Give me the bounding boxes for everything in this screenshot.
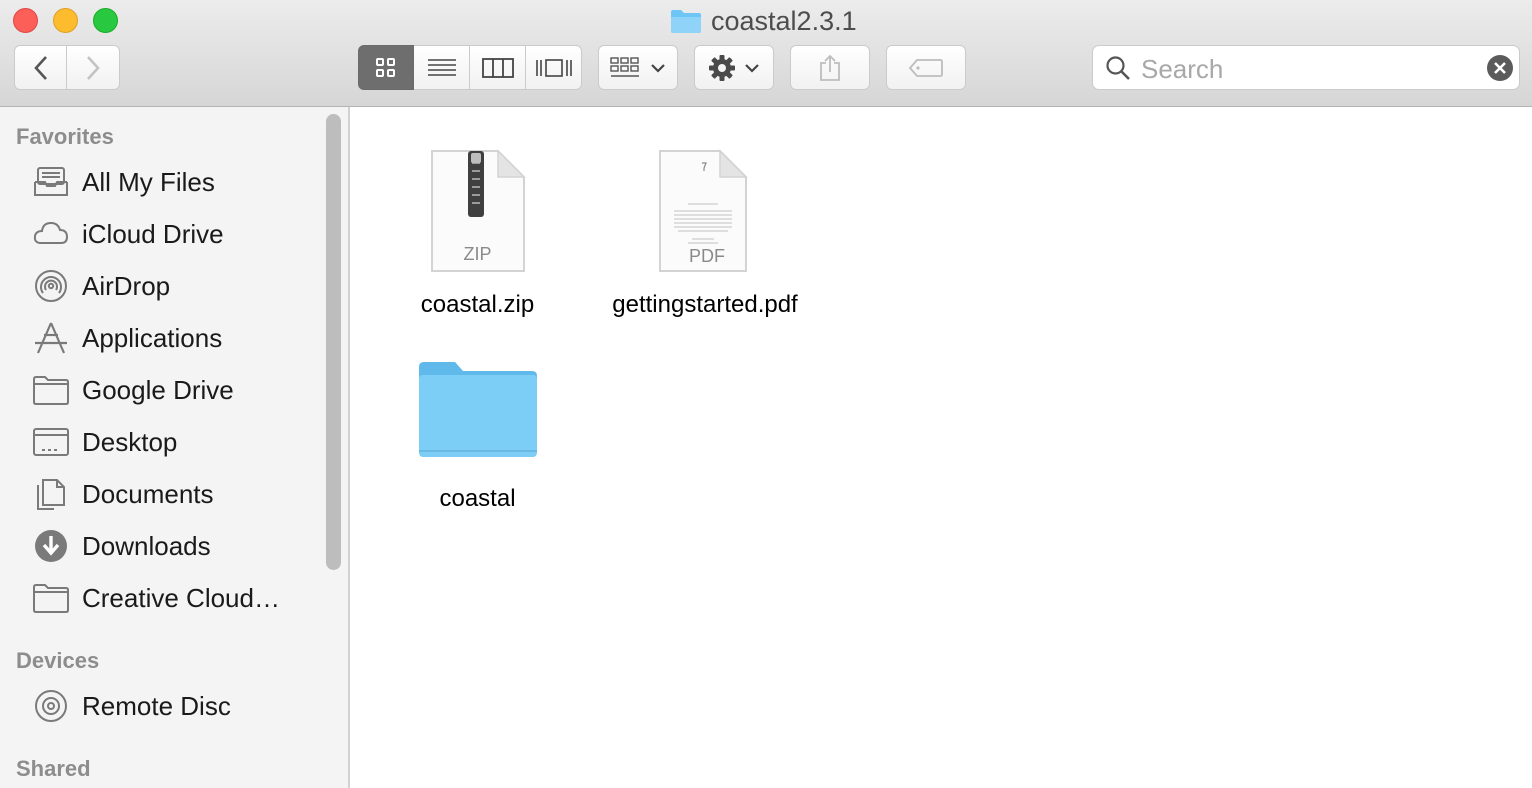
sidebar-item-label: Downloads <box>82 531 211 561</box>
desktop-icon <box>33 428 69 456</box>
file-item-coastal-zip[interactable]: ZIP coastal.zip <box>410 145 545 325</box>
folder-icon <box>33 376 69 405</box>
list-view-icon <box>427 58 456 76</box>
file-name: coastal <box>439 485 516 512</box>
view-mode-control <box>358 45 582 90</box>
forward-button[interactable] <box>67 45 120 90</box>
sidebar-section-favorites: Favorites <box>16 124 114 149</box>
all-files-icon <box>34 167 68 196</box>
list-view-button[interactable] <box>414 45 470 90</box>
sidebar-item-documents[interactable]: Documents <box>0 472 320 516</box>
window-title-text: coastal2.3.1 <box>711 5 857 36</box>
sidebar-item-all-my-files[interactable]: All My Files <box>0 160 320 204</box>
folder-icon <box>419 362 537 457</box>
gear-icon <box>709 54 735 81</box>
column-view-icon <box>481 57 514 78</box>
arrange-button[interactable] <box>598 45 678 90</box>
sidebar-item-downloads[interactable]: Downloads <box>0 524 320 568</box>
sidebar-item-label: Remote Disc <box>82 691 231 721</box>
minimize-window-button[interactable] <box>53 8 78 33</box>
download-icon <box>35 530 67 562</box>
sidebar-item-airdrop[interactable]: AirDrop <box>0 264 320 308</box>
file-name: coastal.zip <box>420 291 535 318</box>
sidebar-item-label: Google Drive <box>82 375 234 405</box>
cloud-icon <box>33 221 69 244</box>
sidebar-item-creative-cloud[interactable]: Creative Cloud… <box>0 576 320 620</box>
folder-item-coastal[interactable]: coastal <box>410 357 545 517</box>
back-button[interactable] <box>14 45 67 90</box>
arrange-grid-icon <box>610 56 639 77</box>
sidebar-item-label: Applications <box>82 323 223 353</box>
sidebar-item-label: Desktop <box>82 427 178 457</box>
sidebar-item-label: Documents <box>82 479 214 509</box>
zoom-window-button[interactable] <box>93 8 118 33</box>
window-title: coastal2.3.1 <box>670 5 857 37</box>
file-name: gettingstarted.pdf <box>612 291 798 318</box>
tag-icon <box>908 58 943 77</box>
tag-button[interactable] <box>886 45 966 90</box>
airdrop-icon <box>35 270 67 302</box>
search-input[interactable] <box>1139 52 1473 86</box>
sidebar-item-applications[interactable]: Applications <box>0 316 320 360</box>
file-item-gettingstarted-pdf[interactable]: PDF gettingstarted.pdf <box>600 145 810 325</box>
file-browser: ZIP coastal.zip PDF gettingstarted.pdf c… <box>350 107 1532 788</box>
share-button[interactable] <box>790 45 870 90</box>
sidebar-scrollbar[interactable] <box>326 114 341 570</box>
sidebar: Favorites All My Files iCloud Drive AirD… <box>0 107 350 788</box>
folder-icon <box>671 10 701 33</box>
file-kind-label: PDF <box>689 246 725 266</box>
sidebar-item-label: Creative Cloud… <box>82 583 280 613</box>
icon-view-icon <box>376 57 395 77</box>
chevron-down-icon <box>745 63 759 73</box>
chevron-right-icon <box>87 55 100 80</box>
search-field[interactable] <box>1092 45 1520 90</box>
sidebar-section-devices: Devices <box>16 648 100 673</box>
applications-icon <box>35 322 67 354</box>
title-bar: coastal2.3.1 <box>0 0 1532 107</box>
chevron-left-icon <box>33 55 47 80</box>
column-view-button[interactable] <box>470 45 526 90</box>
chevron-down-icon <box>651 63 665 73</box>
sidebar-item-desktop[interactable]: Desktop <box>0 420 320 464</box>
close-window-button[interactable] <box>13 8 38 33</box>
clear-search-icon[interactable] <box>1487 55 1513 81</box>
sidebar-item-label: AirDrop <box>82 271 171 301</box>
cover-flow-icon <box>535 58 572 77</box>
search-icon <box>1106 56 1130 80</box>
action-button[interactable] <box>694 45 774 90</box>
sidebar-item-icloud-drive[interactable]: iCloud Drive <box>0 212 320 256</box>
sidebar-item-remote-disc[interactable]: Remote Disc <box>0 684 320 728</box>
icon-view-button[interactable] <box>358 45 414 90</box>
sidebar-item-label: iCloud Drive <box>82 219 224 249</box>
sidebar-item-label: All My Files <box>82 167 215 197</box>
documents-icon <box>37 479 65 510</box>
sidebar-section-shared: Shared <box>16 756 91 781</box>
cover-flow-button[interactable] <box>526 45 582 90</box>
disc-icon <box>35 690 67 722</box>
share-icon <box>820 54 840 81</box>
sidebar-item-google-drive[interactable]: Google Drive <box>0 368 320 412</box>
folder-icon <box>33 584 69 613</box>
file-kind-label: ZIP <box>463 244 492 264</box>
